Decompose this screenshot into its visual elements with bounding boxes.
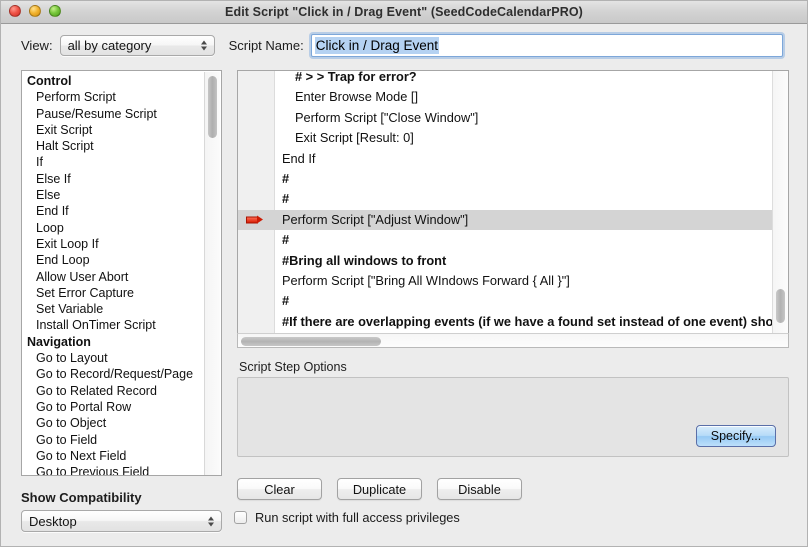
step-list-item[interactable]: Exit Loop If — [22, 236, 207, 252]
script-name-input[interactable]: Click in / Drag Event — [310, 33, 783, 57]
script-line[interactable]: Perform Script ["Bring All WIndows Forwa… — [238, 271, 774, 291]
script-line-text: # — [282, 293, 290, 309]
script-line-text: Exit Script [Result: 0] — [295, 130, 414, 146]
step-list-item[interactable]: Go to Previous Field — [22, 464, 207, 475]
compatibility-dropdown-value: Desktop — [29, 513, 77, 529]
script-step-options-label: Script Step Options — [239, 360, 347, 374]
step-list-item[interactable]: Else If — [22, 171, 207, 187]
script-line[interactable]: # — [238, 189, 774, 209]
script-line-text: End If — [282, 150, 316, 166]
script-line-text: Perform Script ["Adjust Window"] — [282, 211, 469, 227]
step-list-item[interactable]: Go to Object — [22, 415, 207, 431]
script-editor-pane[interactable]: # > > Trap for error? Enter Browse Mode [… — [237, 70, 789, 341]
step-list-item[interactable]: Go to Next Field — [22, 448, 207, 464]
script-line[interactable]: Perform Script ["Close Window"] — [238, 108, 774, 128]
minimize-window-button[interactable] — [29, 5, 41, 17]
script-name-input-value: Click in / Drag Event — [314, 36, 439, 54]
step-list-item[interactable]: End If — [22, 203, 207, 219]
script-steps-list-content: Control Perform Script Pause/Resume Script… — [22, 71, 207, 475]
script-steps-list[interactable]: Control Perform Script Pause/Resume Script… — [21, 70, 222, 476]
step-list-item[interactable]: Loop — [22, 220, 207, 236]
step-category-control: Control — [27, 74, 72, 88]
step-list-item[interactable]: Go to Record/Request/Page — [22, 366, 207, 382]
script-steps-scrollbar-thumb[interactable] — [208, 76, 217, 138]
script-editor-vertical-scrollbar[interactable] — [772, 71, 788, 340]
window-titlebar: Edit Script "Click in / Drag Event" (See… — [1, 1, 807, 24]
specify-button[interactable]: Specify... — [696, 425, 776, 447]
script-line[interactable]: # — [238, 291, 774, 311]
step-list-item[interactable]: If — [22, 154, 207, 170]
view-dropdown-value: all by category — [67, 37, 152, 53]
script-line-text: Perform Script ["Bring All WIndows Forwa… — [282, 272, 570, 288]
step-list-item[interactable]: Set Error Capture — [22, 285, 207, 301]
view-dropdown[interactable]: all by category — [59, 34, 215, 56]
script-line-text: # — [282, 191, 290, 207]
script-line-text: #If there are overlapping events (if we … — [282, 313, 789, 329]
window-controls — [9, 5, 61, 17]
disable-button[interactable]: Disable — [437, 478, 522, 500]
step-list-item[interactable]: Else — [22, 187, 207, 203]
chevron-updown-icon — [208, 515, 215, 528]
step-list-item[interactable]: Exit Script — [22, 122, 207, 138]
full-access-label: Run script with full access privileges — [255, 510, 460, 525]
show-compatibility-label: Show Compatibility — [21, 490, 142, 505]
step-list-item[interactable]: Halt Script — [22, 138, 207, 154]
step-category-navigation: Navigation — [27, 334, 91, 349]
script-line[interactable]: End If — [238, 149, 774, 169]
close-window-button[interactable] — [9, 5, 21, 17]
window-title: Edit Script "Click in / Drag Event" (See… — [225, 5, 583, 19]
duplicate-button[interactable]: Duplicate — [337, 478, 422, 500]
step-list-item[interactable]: Allow User Abort — [22, 269, 207, 285]
current-step-arrow-icon — [246, 215, 264, 224]
step-list-item[interactable]: Pause/Resume Script — [22, 106, 207, 122]
view-label: View: — [21, 37, 53, 53]
script-line-text: # — [282, 170, 290, 186]
script-editor-horizontal-scrollbar-thumb[interactable] — [241, 337, 381, 346]
step-list-item[interactable]: Go to Layout — [22, 350, 207, 366]
step-list-item[interactable]: End Loop — [22, 252, 207, 268]
zoom-window-button[interactable] — [49, 5, 61, 17]
step-list-item[interactable]: Perform Script — [22, 89, 207, 105]
script-step-options-panel: Specify... — [237, 377, 789, 457]
script-line[interactable]: Enter Browse Mode [] — [238, 87, 774, 107]
script-editor-horizontal-scrollbar[interactable] — [237, 333, 789, 348]
script-editor-lines: # > > Trap for error? Enter Browse Mode [… — [238, 70, 788, 340]
top-toolbar: View: all by category Script Name: Click… — [1, 24, 807, 66]
script-line-text: # — [282, 232, 290, 248]
script-name-label: Script Name: — [228, 37, 304, 53]
script-line[interactable]: # > > Trap for error? — [238, 70, 774, 87]
script-line-text: Enter Browse Mode [] — [295, 89, 419, 105]
script-line-text: #Bring all windows to front — [282, 252, 447, 268]
script-line[interactable]: # — [238, 230, 774, 250]
script-line[interactable]: #If there are overlapping events (if we … — [238, 312, 788, 332]
step-list-item[interactable]: Set Variable — [22, 301, 207, 317]
edit-script-window: Edit Script "Click in / Drag Event" (See… — [0, 0, 808, 547]
script-line[interactable]: #Bring all windows to front — [238, 251, 774, 271]
script-editor-vertical-scrollbar-thumb[interactable] — [776, 289, 785, 323]
step-list-item[interactable]: Go to Related Record — [22, 383, 207, 399]
script-line[interactable]: # — [238, 169, 774, 189]
chevron-updown-icon — [200, 39, 208, 52]
script-line-selected[interactable]: Perform Script ["Adjust Window"] — [238, 209, 774, 231]
step-list-item[interactable]: Install OnTimer Script — [22, 317, 207, 333]
script-line-text: # > > Trap for error? — [295, 70, 417, 84]
step-list-item[interactable]: Go to Portal Row — [22, 399, 207, 415]
script-line[interactable]: Exit Script [Result: 0] — [238, 128, 774, 148]
step-list-item[interactable]: Go to Field — [22, 432, 207, 448]
clear-button[interactable]: Clear — [237, 478, 322, 500]
script-steps-scrollbar[interactable] — [204, 72, 220, 475]
full-access-checkbox[interactable] — [234, 511, 247, 524]
compatibility-dropdown[interactable]: Desktop — [21, 510, 222, 532]
full-access-checkbox-row[interactable]: Run script with full access privileges — [234, 510, 460, 525]
script-line-text: Perform Script ["Close Window"] — [295, 109, 479, 125]
